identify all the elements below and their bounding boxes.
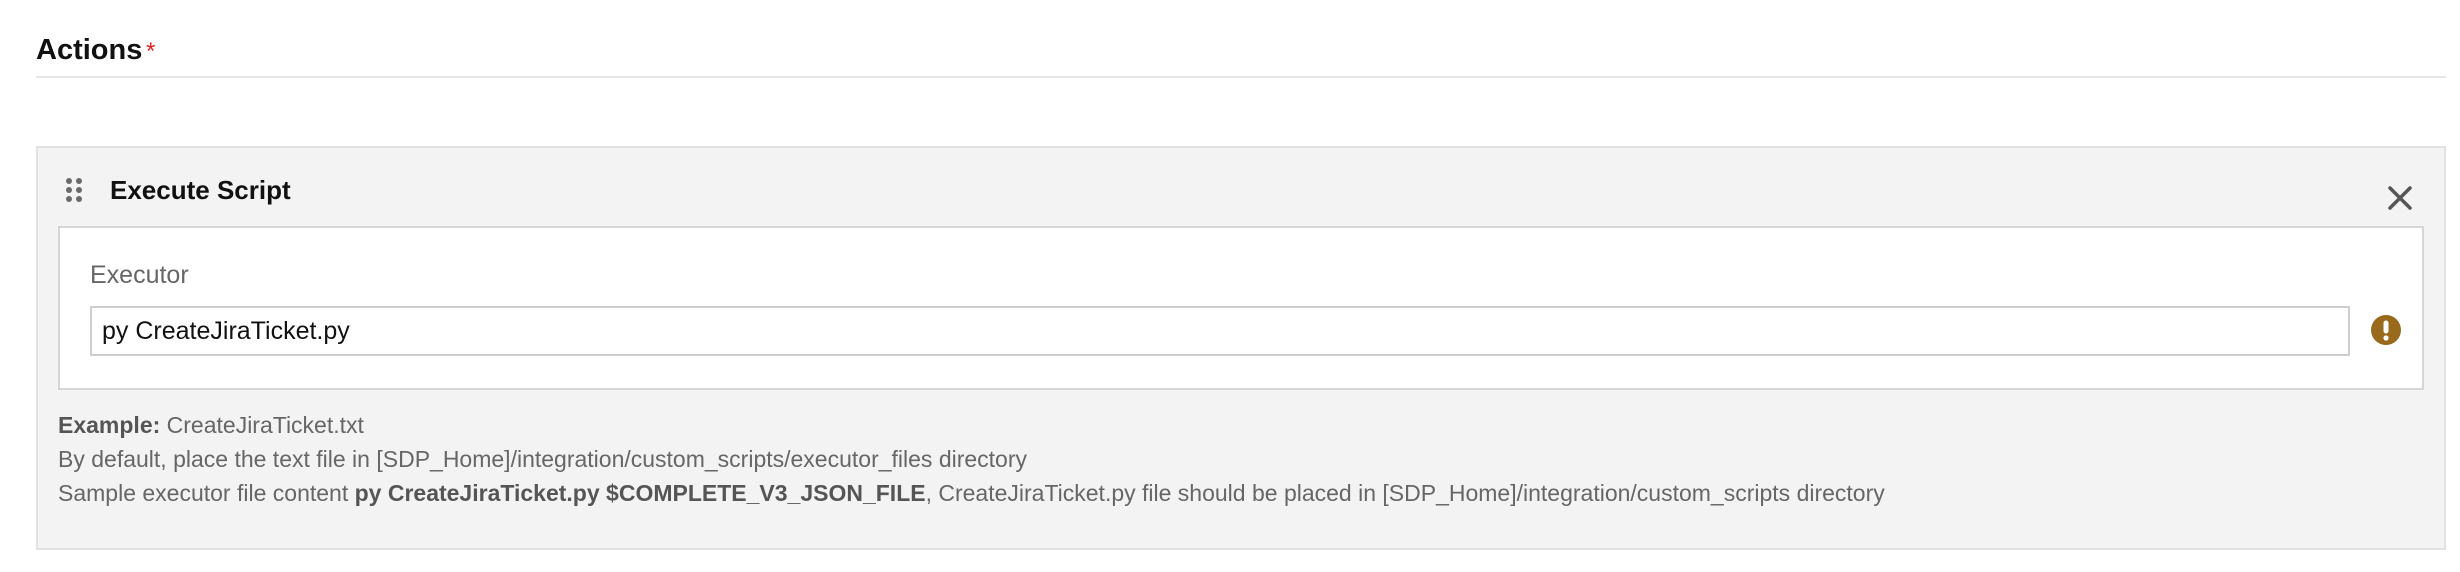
actions-section-header: Actions * [36,30,2446,78]
executor-input[interactable] [90,306,2350,356]
sample-content-line: Sample executor file content py CreateJi… [58,476,1885,510]
executor-help-text: Example: CreateJiraTicket.txt By default… [58,408,1885,510]
default-location-line: By default, place the text file in [SDP_… [58,446,1028,472]
action-card-title: Execute Script [110,175,291,205]
actions-page: Actions * Execute Script Executor py Cre… [0,0,2460,572]
close-icon[interactable] [2380,178,2420,218]
example-line: Example: CreateJiraTicket.txt [58,408,1885,442]
required-marker: * [146,38,156,65]
section-title: Actions [36,34,143,66]
exclamation-circle-icon [2370,314,2402,346]
sample-prefix: Sample executor file content [58,480,349,506]
sample-command: py CreateJiraTicket.py $COMPLETE_V3_JSON… [354,480,926,506]
executor-field-group: Executor [58,226,2424,390]
example-value: CreateJiraTicket.txt [166,412,364,438]
executor-label: Executor [90,261,189,289]
sample-suffix: , CreateJiraTicket.py file should be pla… [925,480,1885,506]
example-label: Example: [58,412,161,438]
drag-handle-icon[interactable] [64,176,84,204]
execute-script-action-card: Execute Script Executor Example: CreateJ… [36,146,2446,550]
